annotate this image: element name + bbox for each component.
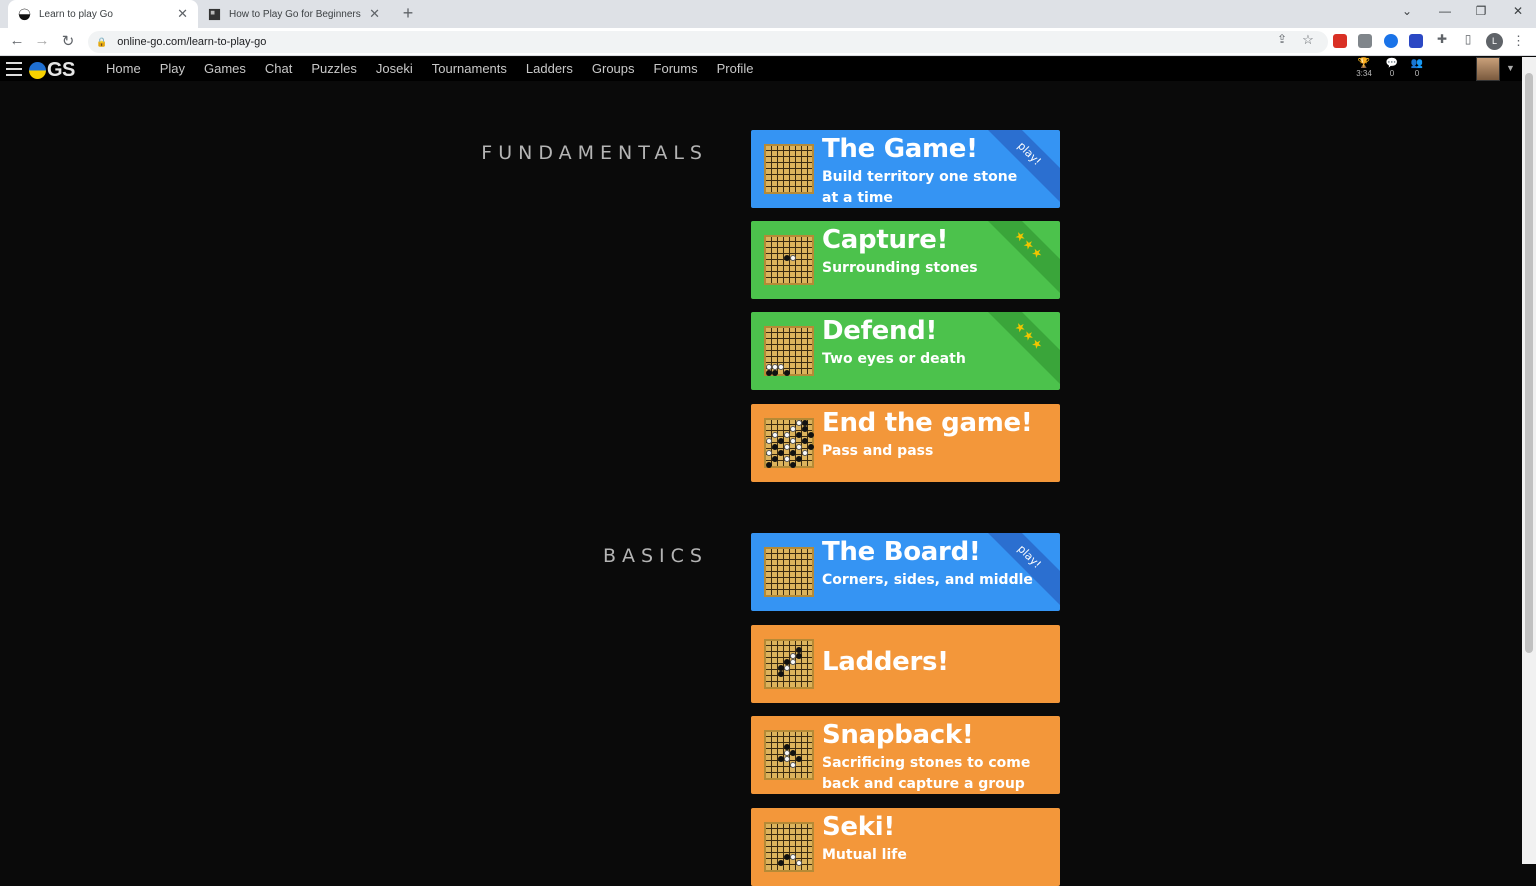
- people-icon: 👥: [1410, 58, 1424, 69]
- board-thumbnail: [764, 822, 814, 872]
- board-thumbnail: [764, 144, 814, 194]
- extension-icon[interactable]: [1358, 34, 1372, 48]
- card-subtitle: Surrounding stones: [822, 260, 978, 276]
- tab-title: How to Play Go for Beginners – G: [229, 8, 361, 20]
- browser-tab-bar: Learn to play Go ✕ How to Play Go for Be…: [0, 0, 1536, 28]
- ogs-logo[interactable]: GS: [29, 59, 75, 82]
- bookmark-star-icon[interactable]: ☆: [1298, 32, 1318, 48]
- card-title: The Board!: [822, 537, 981, 567]
- nav-link-profile[interactable]: Profile: [717, 61, 754, 76]
- card-subtitle: Sacrificing stones to come back and capt…: [822, 755, 1031, 792]
- card-subtitle: Corners, sides, and middle: [822, 572, 1033, 588]
- nav-link-groups[interactable]: Groups: [592, 61, 635, 76]
- extension-icon[interactable]: [1384, 34, 1398, 48]
- address-bar: ← → ↻ 🔒 online-go.com/learn-to-play-go ⇪…: [0, 28, 1536, 56]
- section-title-fundamentals: FUNDAMENTALS: [481, 142, 708, 164]
- browser-tab-howto[interactable]: How to Play Go for Beginners – G ✕: [198, 0, 390, 28]
- card-title: Ladders!: [822, 647, 949, 677]
- nav-links: Home Play Games Chat Puzzles Joseki Tour…: [106, 61, 772, 76]
- scrollbar-thumb[interactable]: [1525, 73, 1533, 653]
- close-window-icon[interactable]: ✕: [1503, 4, 1533, 18]
- lesson-card-end-the-game[interactable]: End the game! Pass and pass: [751, 404, 1060, 482]
- card-title: Snapback!: [822, 720, 974, 750]
- nav-link-home[interactable]: Home: [106, 61, 141, 76]
- board-thumbnail: [764, 418, 814, 468]
- nav-link-tournaments[interactable]: Tournaments: [432, 61, 507, 76]
- restore-icon[interactable]: ❐: [1466, 4, 1496, 18]
- card-subtitle: Mutual life: [822, 847, 907, 863]
- nav-link-forums[interactable]: Forums: [654, 61, 698, 76]
- board-thumbnail: [764, 547, 814, 597]
- section-title-basics: BASICS: [602, 545, 708, 567]
- card-title: Seki!: [822, 812, 895, 842]
- lesson-card-snapback[interactable]: Snapback! Sacrificing stones to come bac…: [751, 716, 1060, 794]
- ogs-navbar: GS Home Play Games Chat Puzzles Joseki T…: [0, 57, 1522, 81]
- chat-stat[interactable]: 💬 0: [1381, 58, 1403, 78]
- card-title: End the game!: [822, 408, 1033, 438]
- trophy-value: 3:34: [1356, 69, 1372, 78]
- menu-dots-icon[interactable]: ⋮: [1512, 33, 1525, 49]
- minimize-icon[interactable]: —: [1430, 4, 1460, 18]
- reload-icon[interactable]: ↻: [58, 32, 78, 50]
- lesson-card-seki[interactable]: Seki! Mutual life: [751, 808, 1060, 886]
- tab-title: Learn to play Go: [39, 8, 113, 20]
- lock-icon: 🔒: [96, 36, 108, 47]
- close-tab-icon[interactable]: ✕: [177, 6, 188, 22]
- extensions-puzzle-icon[interactable]: ✚: [1432, 32, 1452, 46]
- new-tab-button[interactable]: +: [398, 3, 418, 24]
- lesson-card-capture[interactable]: Capture! Surrounding stones ★★★: [751, 221, 1060, 299]
- nav-link-ladders[interactable]: Ladders: [526, 61, 573, 76]
- chevron-down-icon[interactable]: ▼: [1506, 63, 1515, 73]
- logo-circle-icon: [29, 62, 46, 79]
- profile-avatar[interactable]: L: [1486, 33, 1503, 50]
- board-thumbnail: [764, 639, 814, 689]
- tab-search-icon[interactable]: ⌄: [1392, 4, 1422, 18]
- logo-text: GS: [47, 59, 75, 81]
- extension-icon[interactable]: [1333, 34, 1347, 48]
- forward-icon[interactable]: →: [32, 32, 52, 49]
- share-icon[interactable]: ⇪: [1272, 32, 1292, 46]
- lesson-card-the-board[interactable]: The Board! Corners, sides, and middle pl…: [751, 533, 1060, 611]
- trophy-stat[interactable]: 🏆 3:34: [1353, 58, 1375, 78]
- chat-value: 0: [1389, 69, 1395, 78]
- url-field[interactable]: 🔒 online-go.com/learn-to-play-go: [88, 31, 1328, 53]
- card-subtitle: Build territory one stone at a time: [822, 169, 1018, 206]
- extension-icon[interactable]: [1409, 34, 1423, 48]
- nav-link-play[interactable]: Play: [160, 61, 185, 76]
- chat-icon: 💬: [1385, 58, 1399, 69]
- nav-link-chat[interactable]: Chat: [265, 61, 292, 76]
- people-value: 0: [1414, 69, 1420, 78]
- card-title: The Game!: [822, 134, 978, 164]
- hamburger-menu-icon[interactable]: [6, 62, 22, 76]
- card-title: Defend!: [822, 316, 938, 346]
- ogs-favicon-icon: [18, 8, 31, 20]
- url-text: online-go.com/learn-to-play-go: [117, 36, 267, 48]
- card-title: Capture!: [822, 225, 949, 255]
- page-scrollbar[interactable]: [1522, 57, 1536, 864]
- page-favicon-icon: [208, 8, 221, 20]
- back-icon[interactable]: ←: [7, 32, 27, 49]
- close-tab-icon[interactable]: ✕: [369, 6, 380, 22]
- nav-link-games[interactable]: Games: [204, 61, 246, 76]
- trophy-icon: 🏆: [1357, 58, 1371, 69]
- browser-tab-learn[interactable]: Learn to play Go ✕: [8, 0, 198, 28]
- card-subtitle: Pass and pass: [822, 443, 934, 459]
- people-stat[interactable]: 👥 0: [1406, 58, 1428, 78]
- user-avatar[interactable]: [1476, 57, 1500, 81]
- side-panel-icon[interactable]: ▯: [1458, 32, 1478, 46]
- board-thumbnail: [764, 235, 814, 285]
- lesson-card-ladders[interactable]: Ladders!: [751, 625, 1060, 703]
- nav-link-puzzles[interactable]: Puzzles: [311, 61, 357, 76]
- lesson-card-the-game[interactable]: The Game! Build territory one stone at a…: [751, 130, 1060, 208]
- board-thumbnail: [764, 326, 814, 376]
- card-subtitle: Two eyes or death: [822, 351, 966, 367]
- board-thumbnail: [764, 730, 814, 780]
- nav-link-joseki[interactable]: Joseki: [376, 61, 413, 76]
- lesson-card-defend[interactable]: Defend! Two eyes or death ★★★: [751, 312, 1060, 390]
